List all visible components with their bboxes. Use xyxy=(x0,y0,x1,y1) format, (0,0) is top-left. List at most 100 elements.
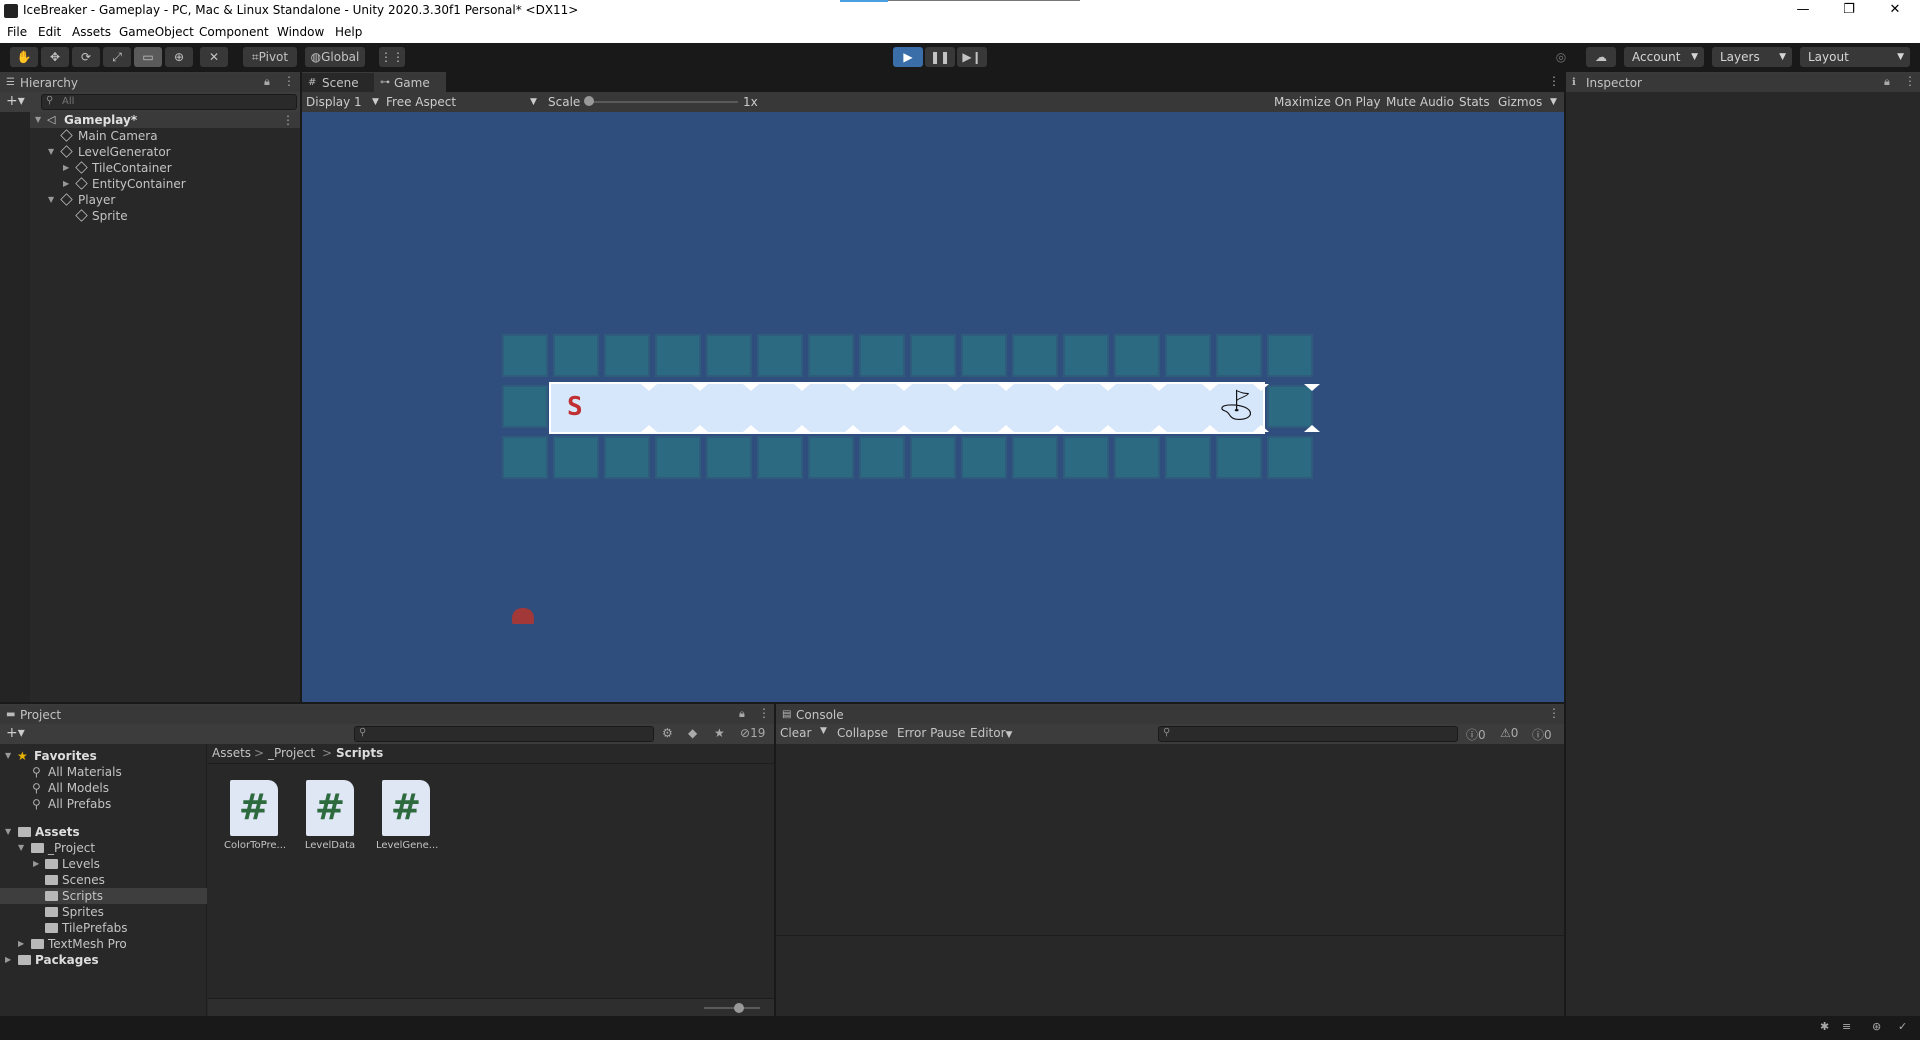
kebab-menu-icon[interactable]: ⋮ xyxy=(1548,74,1560,88)
project-search-input[interactable]: ⚲ xyxy=(354,726,654,742)
expand-arrow-icon[interactable]: ▼ xyxy=(35,112,41,128)
tab-project[interactable]: ▬ Project xyxy=(0,704,774,724)
tab-console[interactable]: ▤ Console xyxy=(776,704,1564,724)
tree-row[interactable]: ⚲ All Prefabs xyxy=(0,796,207,812)
expand-arrow-icon[interactable]: ▼ xyxy=(48,144,54,160)
expand-arrow-icon[interactable]: ▼ xyxy=(48,192,54,208)
error-pause-toggle[interactable]: Error Pause xyxy=(897,726,965,740)
tree-row[interactable]: ⚲ All Materials xyxy=(0,764,207,780)
kebab-menu-icon[interactable]: ⋮ xyxy=(1548,706,1560,720)
cloud-icon[interactable]: ☁ xyxy=(1586,47,1616,67)
lock-icon[interactable]: 🔒︎ xyxy=(739,707,745,721)
collab-icon[interactable]: ◎ xyxy=(1548,47,1574,67)
lock-icon[interactable]: 🔒︎ xyxy=(264,75,270,89)
layers-dropdown[interactable]: Layers ▼ xyxy=(1712,47,1792,67)
collapse-arrow-icon[interactable]: ▶ xyxy=(18,936,24,952)
bug-icon[interactable]: ✱ xyxy=(1820,1020,1829,1033)
collapse-arrow-icon[interactable]: ▶ xyxy=(33,856,39,872)
clear-button[interactable]: Clear xyxy=(780,726,811,740)
info-filter-toggle[interactable]: ⓘ0 xyxy=(1466,726,1486,743)
minimize-button[interactable]: — xyxy=(1780,0,1826,22)
rotate-tool-icon[interactable]: ⟳ xyxy=(72,47,100,67)
tree-row[interactable]: TilePrefabs xyxy=(0,920,207,936)
expand-arrow-icon[interactable]: ▼ xyxy=(18,840,24,856)
hand-tool-icon[interactable]: ✋ xyxy=(10,47,38,67)
aspect-dropdown[interactable]: Free Aspect ▼ xyxy=(386,94,540,110)
tab-inspector[interactable]: ℹ Inspector xyxy=(1566,72,1920,92)
expand-arrow-icon[interactable]: ▼ xyxy=(5,748,11,764)
warning-filter-toggle[interactable]: ⚠0 xyxy=(1500,726,1518,740)
menu-help[interactable]: Help xyxy=(335,25,362,39)
hierarchy-row[interactable]: Sprite xyxy=(0,208,300,224)
tree-row-selected[interactable]: Scripts xyxy=(0,888,207,904)
kebab-menu-icon[interactable]: ⋮ xyxy=(1904,74,1916,88)
script-file[interactable]: # ColorToPre... xyxy=(224,780,286,851)
transform-tool-icon[interactable]: ⊕ xyxy=(165,47,193,67)
maximize-on-play-toggle[interactable]: Maximize On Play xyxy=(1274,94,1381,110)
tree-row[interactable]: ▶ TextMesh Pro xyxy=(0,936,207,952)
script-file[interactable]: # LevelGene... xyxy=(376,780,438,851)
icon-size-slider-track[interactable] xyxy=(704,1007,760,1009)
search-by-label-icon[interactable]: ◆ xyxy=(688,726,697,740)
global-toggle[interactable]: ◍Global xyxy=(305,47,365,67)
search-by-type-icon[interactable]: ⚙ xyxy=(662,726,673,740)
menu-file[interactable]: File xyxy=(7,25,27,39)
hierarchy-row[interactable]: Main Camera xyxy=(0,128,300,144)
mute-audio-toggle[interactable]: Mute Audio xyxy=(1386,94,1454,110)
check-icon[interactable]: ✓ xyxy=(1898,1020,1907,1033)
collapse-toggle[interactable]: Collapse xyxy=(837,726,888,740)
scale-slider-track[interactable] xyxy=(588,101,738,103)
close-button[interactable]: ✕ xyxy=(1872,0,1918,22)
console-search-input[interactable]: ⚲ xyxy=(1158,726,1458,742)
kebab-menu-icon[interactable]: ⋮ xyxy=(758,706,770,720)
collapse-arrow-icon[interactable]: ▶ xyxy=(63,160,69,176)
menu-assets[interactable]: Assets xyxy=(72,25,111,39)
add-button[interactable]: +▾ xyxy=(6,725,25,741)
rect-tool-icon[interactable]: ▭ xyxy=(134,47,162,67)
pivot-toggle[interactable]: ⌗Pivot xyxy=(243,47,297,67)
pause-button[interactable]: ❚❚ xyxy=(925,47,955,67)
hierarchy-row[interactable]: ▼ Player xyxy=(0,192,300,208)
scale-slider-thumb[interactable] xyxy=(584,96,594,106)
tree-row[interactable]: Sprites xyxy=(0,904,207,920)
hierarchy-row-scene[interactable]: ▼ ◁ Gameplay* ⋮ xyxy=(0,112,300,128)
tree-row-favorites[interactable]: ▼ ★ Favorites xyxy=(0,748,207,764)
gizmos-toggle[interactable]: Gizmos xyxy=(1498,94,1542,110)
network-icon[interactable]: ⊛ xyxy=(1872,1020,1881,1033)
hierarchy-search-input[interactable]: ⚲ All xyxy=(41,94,297,110)
tree-row[interactable]: ⚲ All Models xyxy=(0,780,207,796)
collapse-arrow-icon[interactable]: ▶ xyxy=(5,952,11,968)
editor-dropdown[interactable]: Editor▼ xyxy=(970,726,1012,740)
menu-gameobject[interactable]: GameObject xyxy=(119,25,194,39)
tab-scene[interactable]: # Scene xyxy=(302,72,374,92)
kebab-menu-icon[interactable]: ⋮ xyxy=(283,74,295,88)
custom-tool-icon[interactable]: ✕ xyxy=(200,47,228,67)
tree-row[interactable]: ▼ _Project xyxy=(0,840,207,856)
chevron-down-icon[interactable]: ▼ xyxy=(1550,94,1557,110)
hierarchy-row[interactable]: ▶ TileContainer xyxy=(0,160,300,176)
error-filter-toggle[interactable]: ⓘ0 xyxy=(1532,726,1552,743)
expand-arrow-icon[interactable]: ▼ xyxy=(5,824,11,840)
chevron-down-icon[interactable]: ▼ xyxy=(820,726,827,736)
hidden-packages-toggle[interactable]: ⊘19 xyxy=(740,726,765,740)
display-dropdown[interactable]: Display 1 ▼ xyxy=(306,94,380,110)
breadcrumb-item[interactable]: _Project xyxy=(268,746,315,760)
breadcrumb-item[interactable]: Scripts xyxy=(336,746,383,760)
tree-row[interactable]: ▶ Levels xyxy=(0,856,207,872)
tree-row[interactable]: Scenes xyxy=(0,872,207,888)
hierarchy-row[interactable]: ▼ LevelGenerator xyxy=(0,144,300,160)
stats-toggle[interactable]: Stats xyxy=(1459,94,1490,110)
database-icon[interactable]: ≡ xyxy=(1842,1020,1851,1033)
script-file[interactable]: # LevelData xyxy=(300,780,360,851)
menu-edit[interactable]: Edit xyxy=(38,25,61,39)
console-splitter[interactable] xyxy=(776,935,1564,936)
scale-tool-icon[interactable]: ⤢ xyxy=(103,47,131,67)
add-button[interactable]: +▾ xyxy=(6,93,25,109)
tree-row-packages[interactable]: ▶ Packages xyxy=(0,952,207,968)
play-button[interactable]: ▶ xyxy=(893,47,923,67)
restore-button[interactable]: ❐ xyxy=(1826,0,1872,22)
collapse-arrow-icon[interactable]: ▶ xyxy=(63,176,69,192)
layout-dropdown[interactable]: Layout ▼ xyxy=(1800,47,1910,67)
tree-row-assets[interactable]: ▼ Assets xyxy=(0,824,207,840)
tab-hierarchy[interactable]: ☰ Hierarchy xyxy=(0,72,300,92)
